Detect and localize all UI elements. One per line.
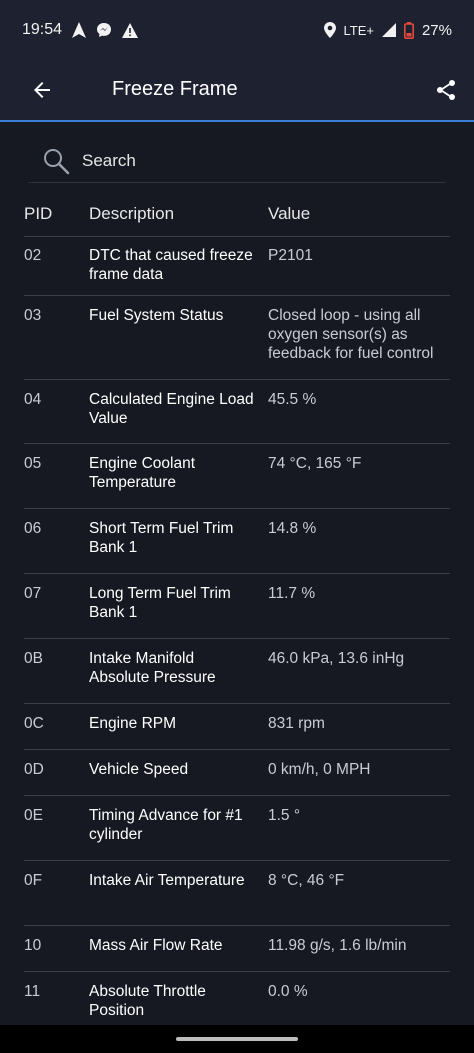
- home-gesture-handle[interactable]: [176, 1037, 298, 1041]
- row-description: Intake Air Temperature: [89, 872, 245, 889]
- row-pid: 0E: [24, 807, 43, 824]
- row-description: Calculated Engine Load Value: [89, 391, 254, 427]
- battery-level: 27%: [421, 21, 452, 39]
- row-value: 0.0 %: [268, 983, 308, 1000]
- row-pid: 0B: [24, 650, 43, 667]
- row-description: Mass Air Flow Rate: [89, 937, 223, 954]
- row-description: Timing Advance for #1 cylinder: [89, 807, 243, 843]
- row-value: 831 rpm: [268, 715, 325, 732]
- table-row[interactable]: 07 Long Term Fuel Trim Bank 1 11.7 %: [24, 574, 450, 639]
- row-value: P2101: [268, 247, 313, 264]
- row-pid: 11: [24, 983, 41, 1000]
- row-description: Intake Manifold Absolute Pressure: [89, 650, 216, 686]
- battery-icon: [403, 21, 414, 39]
- navigation-icon: [72, 22, 87, 38]
- warning-icon: [122, 22, 139, 38]
- signal-icon: [381, 23, 396, 37]
- row-pid: 10: [24, 937, 42, 954]
- row-value: 8 °C, 46 °F: [268, 872, 345, 889]
- table-row[interactable]: 10 Mass Air Flow Rate 11.98 g/s, 1.6 lb/…: [24, 926, 450, 972]
- page-title: Freeze Frame: [112, 78, 238, 100]
- messenger-icon: [97, 23, 112, 37]
- table-row[interactable]: 02 DTC that caused freeze frame data P21…: [24, 236, 450, 296]
- table-row[interactable]: 03 Fuel System Status Closed loop - usin…: [24, 296, 450, 380]
- table-row[interactable]: 0E Timing Advance for #1 cylinder 1.5 °: [24, 796, 450, 861]
- system-navigation-bar: [0, 1025, 474, 1053]
- row-value: 1.5 °: [268, 807, 301, 824]
- header-value: Value: [268, 204, 311, 223]
- table-row[interactable]: 0F Intake Air Temperature 8 °C, 46 °F: [24, 861, 450, 926]
- row-value: 11.7 %: [268, 585, 316, 602]
- row-value: 11.98 g/s, 1.6 lb/min: [268, 937, 407, 954]
- status-bar-right: LTE+ 27%: [323, 21, 452, 39]
- row-description: Long Term Fuel Trim Bank 1: [89, 585, 231, 621]
- table-row[interactable]: 06 Short Term Fuel Trim Bank 1 14.8 %: [24, 509, 450, 574]
- row-value: Closed loop - using all oxygen sensor(s)…: [268, 307, 434, 362]
- row-pid: 06: [24, 520, 42, 537]
- row-value: 14.8 %: [268, 520, 317, 537]
- row-description: Fuel System Status: [89, 307, 224, 324]
- row-description: Engine Coolant Temperature: [89, 455, 195, 491]
- search-input[interactable]: [80, 146, 424, 176]
- row-value: 74 °C, 165 °F: [268, 455, 362, 472]
- row-value: 45.5 %: [268, 391, 317, 408]
- row-description: Vehicle Speed: [89, 761, 189, 778]
- row-description: Short Term Fuel Trim Bank 1: [89, 520, 234, 556]
- status-bar-left: 19:54: [22, 21, 139, 39]
- app-bar: Freeze Frame: [0, 60, 474, 122]
- back-arrow-icon[interactable]: [30, 78, 54, 102]
- location-icon: [323, 22, 336, 38]
- table-row[interactable]: 0D Vehicle Speed 0 km/h, 0 MPH: [24, 750, 450, 796]
- row-value: 0 km/h, 0 MPH: [268, 761, 371, 778]
- search-icon: [44, 149, 70, 175]
- table-row[interactable]: 04 Calculated Engine Load Value 45.5 %: [24, 380, 450, 444]
- row-pid: 0C: [24, 715, 44, 732]
- row-pid: 02: [24, 247, 42, 264]
- header-pid: PID: [24, 204, 53, 223]
- row-pid: 03: [24, 307, 42, 324]
- row-description: Engine RPM: [89, 715, 177, 732]
- network-type: LTE+: [343, 22, 374, 38]
- share-icon[interactable]: [434, 78, 458, 102]
- search-bar[interactable]: [28, 138, 446, 183]
- table-row[interactable]: 0C Engine RPM 831 rpm: [24, 704, 450, 750]
- table-row[interactable]: 05 Engine Coolant Temperature 74 °C, 165…: [24, 444, 450, 509]
- row-description: Absolute Throttle Position: [89, 983, 206, 1019]
- row-pid: 04: [24, 391, 42, 408]
- row-pid: 0D: [24, 761, 44, 778]
- header-description: Description: [89, 204, 175, 223]
- table-row[interactable]: 11 Absolute Throttle Position 0.0 %: [24, 972, 450, 1032]
- table-row[interactable]: 0B Intake Manifold Absolute Pressure 46.…: [24, 639, 450, 704]
- row-pid: 07: [24, 585, 42, 602]
- status-bar: 19:54 LTE+ 27%: [0, 0, 474, 60]
- row-value: 46.0 kPa, 13.6 inHg: [268, 650, 405, 667]
- row-pid: 05: [24, 455, 42, 472]
- table-header: PID Description Value: [24, 200, 450, 237]
- status-time: 19:54: [22, 21, 63, 38]
- row-description: DTC that caused freeze frame data: [89, 247, 253, 283]
- row-pid: 0F: [24, 872, 43, 889]
- table-body: 02 DTC that caused freeze frame data P21…: [24, 236, 450, 1032]
